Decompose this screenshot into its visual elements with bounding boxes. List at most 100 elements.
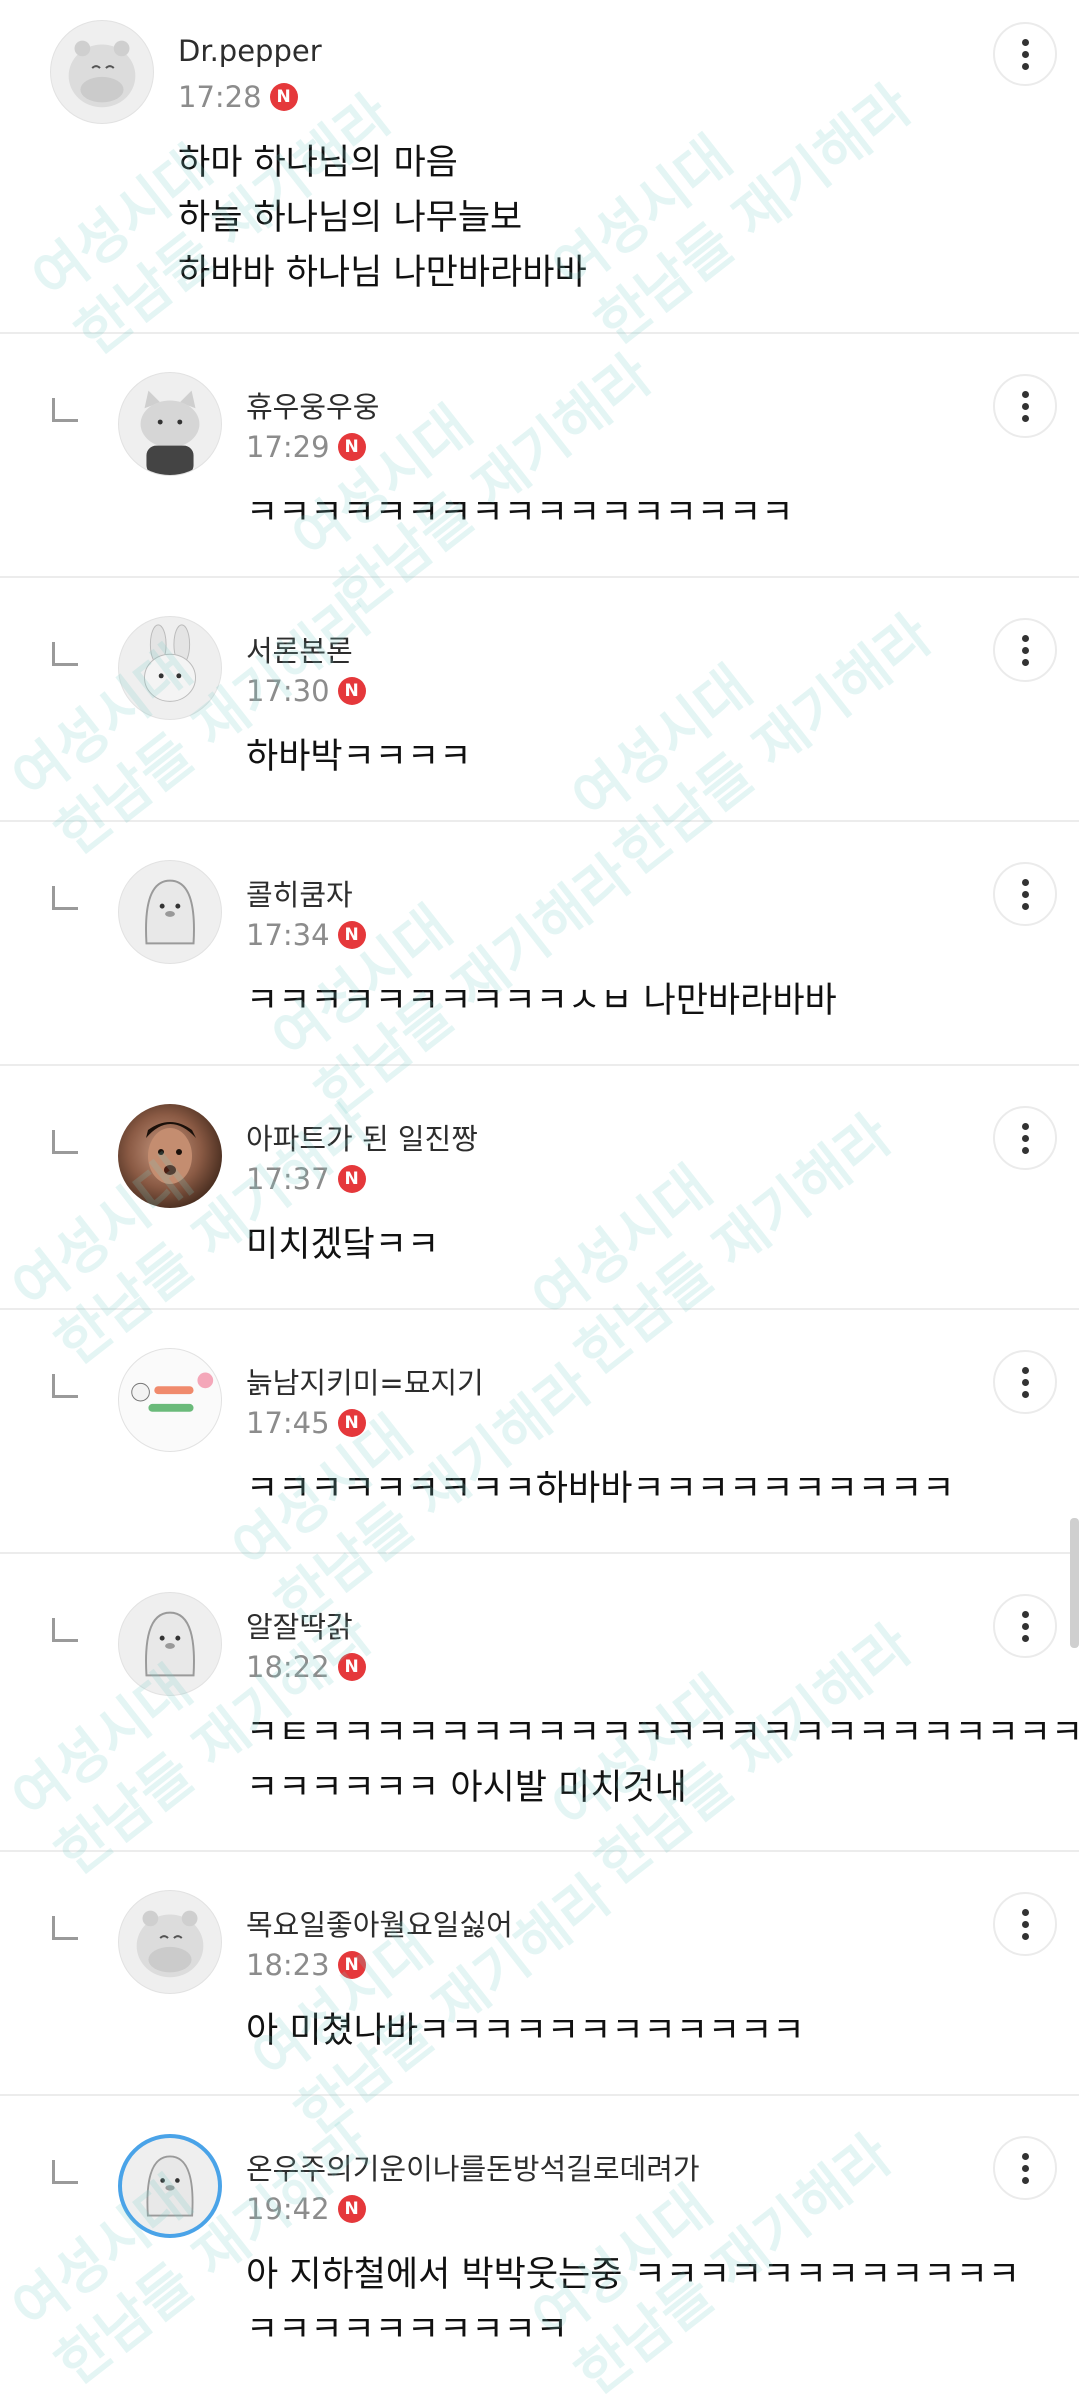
reply-item: 아파트가 된 일진짱 17:37 N 미치겠닼ㅋㅋ xyxy=(0,1066,1079,1310)
more-vertical-icon-dot xyxy=(1021,1622,1029,1630)
author-name[interactable]: 서론본론 xyxy=(246,628,353,670)
comment-text: 미치겠닼ㅋㅋ xyxy=(246,1218,439,1273)
comment-time: 17:30 N xyxy=(246,674,366,708)
avatar-cat[interactable] xyxy=(118,372,222,476)
avatar-penguin-story[interactable] xyxy=(118,2134,222,2238)
comment-line: ㅋㅋㅋㅋㅋㅋㅋㅋㅋㅋㅅㅂ 나만바라바바 xyxy=(246,981,837,1021)
avatar-penguin[interactable] xyxy=(118,860,222,964)
avatar-photo[interactable] xyxy=(118,1104,222,1208)
author-name[interactable]: 휴우웅우웅 xyxy=(246,384,379,426)
user-photo-icon xyxy=(146,1122,196,1184)
more-options-button[interactable] xyxy=(993,374,1057,438)
avatar-sticker[interactable] xyxy=(118,1348,222,1452)
more-vertical-icon xyxy=(1021,38,1029,46)
comment-line: ㅋㅋㅋㅋㅋㅋ 아시발 미치것내 xyxy=(246,1768,687,1808)
comment-item: Dr.pepper 17:28 N 하마 하나님의 마음 하늘 하나님의 나무늘… xyxy=(0,0,1079,334)
reply-arrow-icon xyxy=(52,886,78,910)
more-vertical-icon-dot xyxy=(1021,890,1029,898)
new-badge: N xyxy=(337,2195,366,2223)
more-vertical-icon-dot xyxy=(1021,1146,1029,1154)
comment-time: 17:28 N xyxy=(178,80,298,114)
more-options-button[interactable] xyxy=(993,618,1057,682)
time-text: 17:30 xyxy=(246,674,330,708)
new-badge: N xyxy=(269,83,298,111)
comment-time: 17:37 N xyxy=(246,1162,366,1196)
penguin-icon xyxy=(145,1611,195,1677)
author-name[interactable]: 목요일좋아월요일싫어 xyxy=(246,1902,513,1944)
time-text: 19:42 xyxy=(246,2192,330,2226)
new-badge: N xyxy=(337,677,366,705)
reply-arrow-icon xyxy=(52,1916,78,1940)
comment-text: ㅋㅋㅋㅋㅋㅋㅋㅋㅋㅋㅅㅂ 나만바라바바 xyxy=(246,974,837,1029)
new-badge: N xyxy=(337,433,366,461)
new-badge: N xyxy=(337,1653,366,1681)
avatar-rabbit[interactable] xyxy=(118,616,222,720)
comment-text: 하바박ㅋㅋㅋㅋ xyxy=(246,730,471,785)
penguin-icon xyxy=(146,2155,194,2217)
more-vertical-icon-dot xyxy=(1021,2176,1029,2184)
comment-text: 하마 하나님의 마음 하늘 하나님의 나무늘보 하바바 하나님 나만바라바바 xyxy=(178,136,587,301)
author-name[interactable]: 온우주의기운이나를돈방석길로데려가 xyxy=(246,2146,700,2188)
avatar-penguin[interactable] xyxy=(118,1592,222,1696)
reply-item: 목요일좋아월요일싫어 18:23 N 아 미쳤나바ㅋㅋㅋㅋㅋㅋㅋㅋㅋㅋㅋㅋ xyxy=(0,1852,1079,2096)
comment-line: ㅋㅋㅋㅋㅋㅋㅋㅋㅋ하바바ㅋㅋㅋㅋㅋㅋㅋㅋㅋㅋ xyxy=(246,1469,955,1509)
more-options-button[interactable] xyxy=(993,1106,1057,1170)
more-vertical-icon-dot xyxy=(1021,1920,1029,1928)
more-vertical-icon xyxy=(1021,2152,1029,2160)
more-vertical-icon xyxy=(1021,878,1029,886)
more-vertical-icon-dot xyxy=(1021,62,1029,70)
comment-line: 미치겠닼ㅋㅋ xyxy=(246,1225,440,1265)
comment-line: ㅋㅌㅋㅋㅋㅋㅋㅋㅋㅋㅋㅋㅋㅋㅋㅋㅋㅋㅋㅋㅋㅋㅋㅋㅋㅋ xyxy=(246,1713,1079,1753)
time-text: 17:29 xyxy=(246,430,330,464)
reply-item: 알잘딱갉 18:22 N ㅋㅌㅋㅋㅋㅋㅋㅋㅋㅋㅋㅋㅋㅋㅋㅋㅋㅋㅋㅋㅋㅋㅋㅋㅋㅋ … xyxy=(0,1554,1079,1852)
more-vertical-icon-dot xyxy=(1021,1134,1029,1142)
author-name[interactable]: 아파트가 된 일진짱 xyxy=(246,1116,478,1158)
more-vertical-icon-dot xyxy=(1021,1932,1029,1940)
more-vertical-icon-dot xyxy=(1021,902,1029,910)
time-text: 17:28 xyxy=(178,80,262,114)
time-text: 17:34 xyxy=(246,918,330,952)
comment-time: 18:22 N xyxy=(246,1650,366,1684)
comment-time: 17:29 N xyxy=(246,430,366,464)
more-vertical-icon xyxy=(1021,1122,1029,1130)
comment-line: 하바박ㅋㅋㅋㅋ xyxy=(246,737,472,777)
more-options-button[interactable] xyxy=(993,1892,1057,1956)
more-options-button[interactable] xyxy=(993,862,1057,926)
new-badge: N xyxy=(337,1409,366,1437)
avatar-hippo[interactable] xyxy=(118,1890,222,1994)
author-name[interactable]: 늙남지키미=묘지기 xyxy=(246,1360,484,1402)
scrollbar[interactable] xyxy=(1070,1518,1079,1648)
reply-arrow-icon xyxy=(52,1130,78,1154)
more-vertical-icon xyxy=(1021,634,1029,642)
cat-icon xyxy=(140,390,200,475)
author-name[interactable]: Dr.pepper xyxy=(178,34,322,68)
comment-text: ㅋㅋㅋㅋㅋㅋㅋㅋㅋㅋㅋㅋㅋㅋㅋㅋㅋ xyxy=(246,486,793,541)
hippo-icon xyxy=(136,1910,204,1978)
comment-line: 하마 하나님의 마음 xyxy=(178,143,458,183)
more-vertical-icon xyxy=(1021,1610,1029,1618)
comment-line: ㅋㅋㅋㅋㅋㅋㅋㅋㅋㅋㅋㅋㅋㅋㅋㅋㅋ xyxy=(246,493,794,533)
more-options-button[interactable] xyxy=(993,22,1057,86)
time-text: 17:45 xyxy=(246,1406,330,1440)
reply-item: 콜히쿰자 17:34 N ㅋㅋㅋㅋㅋㅋㅋㅋㅋㅋㅅㅂ 나만바라바바 xyxy=(0,822,1079,1066)
more-vertical-icon-dot xyxy=(1021,646,1029,654)
reply-arrow-icon xyxy=(52,2160,78,2184)
hippo-icon xyxy=(68,40,136,108)
comment-line: 하늘 하나님의 나무늘보 xyxy=(178,198,523,238)
time-text: 17:37 xyxy=(246,1162,330,1196)
reply-item: 온우주의기운이나를돈방석길로데려가 19:42 N 아 지하철에서 박박웃는중 … xyxy=(0,2096,1079,2394)
avatar-hippo[interactable] xyxy=(50,20,154,124)
more-options-button[interactable] xyxy=(993,1594,1057,1658)
comment-line: 아 미쳤나바ㅋㅋㅋㅋㅋㅋㅋㅋㅋㅋㅋㅋ xyxy=(246,2011,805,2051)
author-name[interactable]: 콜히쿰자 xyxy=(246,872,353,914)
more-options-button[interactable] xyxy=(993,2136,1057,2200)
reply-arrow-icon xyxy=(52,642,78,666)
new-badge: N xyxy=(337,1951,366,1979)
sticker-icon xyxy=(131,1372,214,1412)
comment-text: 아 지하철에서 박박웃는중 ㅋㅋㅋㅋㅋㅋㅋㅋㅋㅋㅋㅋ ㅋㅋㅋㅋㅋㅋㅋㅋㅋㅋ xyxy=(246,2248,1020,2358)
new-badge: N xyxy=(337,1165,366,1193)
author-name[interactable]: 알잘딱갉 xyxy=(246,1604,353,1646)
reply-arrow-icon xyxy=(52,398,78,422)
comment-text: ㅋㅌㅋㅋㅋㅋㅋㅋㅋㅋㅋㅋㅋㅋㅋㅋㅋㅋㅋㅋㅋㅋㅋㅋㅋㅋ ㅋㅋㅋㅋㅋㅋ 아시발 미치… xyxy=(246,1706,1079,1816)
more-options-button[interactable] xyxy=(993,1350,1057,1414)
